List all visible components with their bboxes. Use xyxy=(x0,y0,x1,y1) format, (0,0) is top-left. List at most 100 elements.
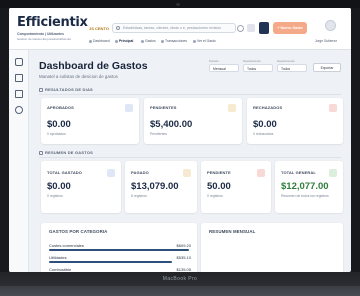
nav-label: Gastos xyxy=(145,39,156,43)
list-item[interactable]: Costes comerciales $609.20 xyxy=(49,243,191,253)
nav-item-principal[interactable]: Principal xyxy=(115,39,133,43)
filter-label: Departamento xyxy=(277,59,295,63)
card-subtext: 0 registros xyxy=(207,194,223,198)
clock-icon xyxy=(228,104,236,112)
card-value: $5,400.00 xyxy=(150,119,193,130)
filter-select[interactable]: Todos xyxy=(243,64,273,72)
user-name: Jorge Gutierrez xyxy=(315,39,337,43)
nav-item-ver-gasto[interactable]: Ver el Gasto xyxy=(193,39,216,43)
eye-icon xyxy=(193,39,196,43)
search-placeholder: Estadisticas, tareas, clientes, ideas o … xyxy=(123,26,222,30)
nav-label: Principal xyxy=(119,39,134,43)
wallet-icon xyxy=(107,169,115,177)
app-logo[interactable]: Efficientix xyxy=(17,15,88,30)
section-icon xyxy=(39,87,43,92)
transfer-icon xyxy=(161,39,164,43)
summary-card-total-spent[interactable]: TOTAL GASTADO $0.00 0 registros xyxy=(41,161,121,213)
history-icon[interactable] xyxy=(237,25,244,32)
card-label: RECHAZADOS xyxy=(253,105,283,110)
card-label: PENDIENTE xyxy=(207,170,231,175)
item-bar xyxy=(49,261,173,264)
category-panel: GASTOS POR CATEGORIA Costes comerciales … xyxy=(41,223,197,272)
section-title: RESUMEN DE GASTOS xyxy=(39,150,93,155)
card-value: $0.00 xyxy=(253,119,277,130)
panel-title: GASTOS POR CATEGORIA xyxy=(49,229,108,234)
stat-card-rejected[interactable]: RECHAZADOS $0.00 0 rechazados xyxy=(247,98,343,144)
logo-tagline: Comportamiento | Utilizantes xyxy=(17,32,64,36)
notifications-button[interactable] xyxy=(247,24,255,32)
chart-icon xyxy=(329,169,337,177)
section-title-text: RESULTADOS DE DIAS xyxy=(45,87,93,92)
check-icon xyxy=(125,104,133,112)
section-title-text: RESUMEN DE GASTOS xyxy=(45,150,93,155)
hourglass-icon xyxy=(257,169,265,177)
bezel-top xyxy=(0,0,360,8)
section-icon xyxy=(39,150,43,155)
card-subtext: 0 aprobados xyxy=(47,132,66,136)
filter-select[interactable]: Mensual xyxy=(209,64,239,72)
x-icon xyxy=(329,104,337,112)
page-title: Dashboard de Gastos xyxy=(39,60,148,72)
item-amount: $609.20 xyxy=(176,243,191,248)
laptop-deck xyxy=(0,286,360,296)
stat-card-pending[interactable]: PENDIENTES $5,400.00 Pendientes xyxy=(144,98,242,144)
search-icon xyxy=(116,26,120,30)
card-label: APROBADOS xyxy=(47,105,74,110)
nav-item-transacciones[interactable]: Transacciones xyxy=(161,39,187,43)
card-label: PENDIENTES xyxy=(150,105,177,110)
summary-card-pending[interactable]: PENDIENTE 50.00 0 registros xyxy=(201,161,271,213)
user-menu-button[interactable] xyxy=(259,22,269,34)
card-label: TOTAL GENERAL xyxy=(281,170,316,175)
avatar[interactable] xyxy=(325,20,336,31)
nav-item-gastos[interactable]: Gastos xyxy=(141,39,156,43)
device-brand-label: MacBook Pro xyxy=(162,276,198,282)
laptop-bezel: Efficientix Comportamiento | Utilizantes… xyxy=(0,0,360,296)
item-name: Utilidades xyxy=(49,255,67,260)
export-button[interactable]: Exportar xyxy=(313,63,341,72)
screen: Efficientix Comportamiento | Utilizantes… xyxy=(9,8,351,272)
card-subtext: 0 registros xyxy=(47,194,63,198)
item-name: Costes comerciales xyxy=(49,243,84,248)
search-input[interactable]: Estadisticas, tareas, clientes, ideas o … xyxy=(112,23,236,33)
card-subtext: Pendientes xyxy=(150,132,167,136)
nav-label: Transacciones xyxy=(165,39,187,43)
list-item[interactable]: Utilidades $535.10 xyxy=(49,255,191,265)
card-value: $13,079.00 xyxy=(131,181,179,192)
divider xyxy=(39,94,341,95)
nav-label: Dashboard xyxy=(93,39,110,43)
clock-icon[interactable] xyxy=(15,106,23,114)
section-title: RESULTADOS DE DIAS xyxy=(39,87,93,92)
page-subtitle: Manatel a solistas de desicion de gastos xyxy=(39,74,118,79)
dashboard-icon xyxy=(89,39,92,43)
card-subtext: 0 rechazados xyxy=(253,132,274,136)
card-value: 50.00 xyxy=(207,181,231,192)
stat-card-approved[interactable]: APROBADOS $0.00 0 aprobados xyxy=(41,98,139,144)
logo-description: Gestion de Gastos Empresarial Eficiente xyxy=(17,37,72,41)
monthly-summary-panel: RESUMEN MENSUAL xyxy=(201,223,343,272)
card-label: TOTAL GASTADO xyxy=(47,170,83,175)
list-icon[interactable] xyxy=(15,90,23,98)
home-icon xyxy=(115,39,118,43)
camera-dot xyxy=(176,3,180,6)
home-icon[interactable] xyxy=(15,58,23,66)
card-subtext: Resumen de todos los registros xyxy=(281,194,329,198)
new-expense-button[interactable]: + Nuevo Gasto xyxy=(273,22,307,34)
nav-label: Ver el Gasto xyxy=(197,39,216,43)
sidebar xyxy=(9,50,29,272)
wallet-icon xyxy=(141,39,144,43)
filter-select[interactable]: Todos xyxy=(277,64,307,72)
document-icon[interactable] xyxy=(15,74,23,82)
card-value: $0.00 xyxy=(47,181,71,192)
card-value: $0.00 xyxy=(47,119,71,130)
card-value: $12,077.00 xyxy=(281,181,329,192)
item-bar xyxy=(49,249,189,252)
nav-item-dashboard[interactable]: Dashboard xyxy=(89,39,110,43)
item-amount: $535.10 xyxy=(176,255,191,260)
coin-icon xyxy=(183,169,191,177)
summary-card-total-general[interactable]: TOTAL GENERAL $12,077.00 Resumen de todo… xyxy=(275,161,343,213)
panel-title: RESUMEN MENSUAL xyxy=(209,229,256,234)
summary-card-paid[interactable]: PAGADO $13,079.00 8 registros xyxy=(125,161,197,213)
divider xyxy=(39,157,341,158)
company-selector[interactable]: JS CENTO xyxy=(89,26,109,31)
filter-label: Departamento xyxy=(243,59,261,63)
